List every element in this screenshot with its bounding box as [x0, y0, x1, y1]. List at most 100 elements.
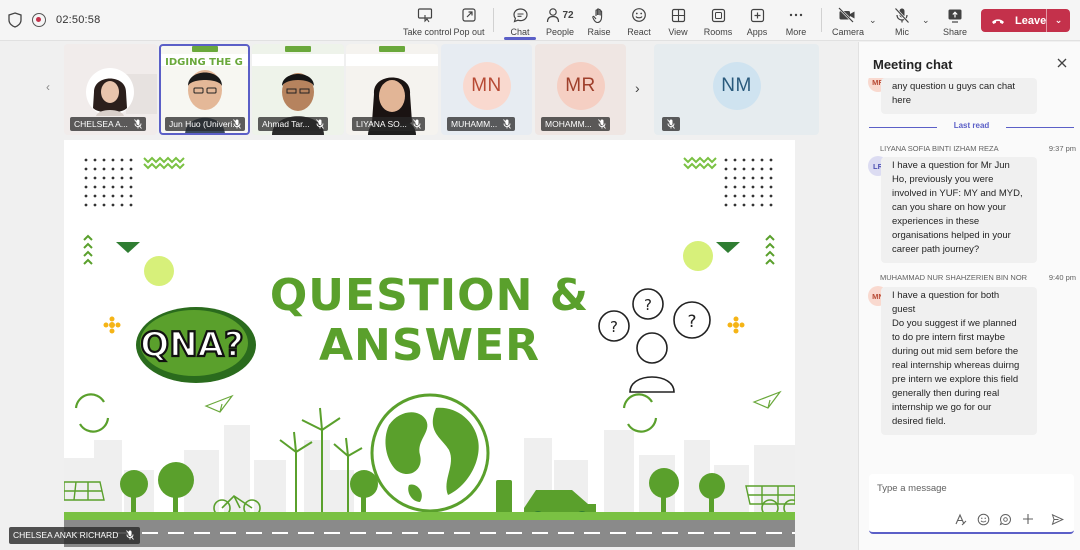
sender-name: LIYANA SOFIA BINTI IZHAM REZA	[880, 144, 999, 153]
camera-label: Camera	[832, 27, 865, 37]
people-count: 72	[562, 9, 574, 21]
message-input[interactable]	[877, 483, 1057, 494]
participant-name-tag: Ahmad Tar...	[258, 117, 328, 131]
avatar: MN	[462, 61, 511, 110]
last-read-label: Last read	[953, 121, 990, 130]
avatar: MR	[556, 61, 605, 110]
apps-button[interactable]: Apps	[745, 5, 769, 37]
smiley-icon	[632, 8, 646, 22]
chat-message-header: LIYANA SOFIA BINTI IZHAM REZA 9:37 pm	[880, 144, 1076, 153]
mic-button[interactable]: Mic	[890, 5, 914, 37]
mic-options-chevron-icon[interactable]: ⌄	[922, 15, 930, 26]
pop-out-label: Pop out	[453, 27, 485, 37]
take-control-button[interactable]: Take control	[403, 5, 452, 37]
banner-text: IDGING THE G	[165, 57, 243, 68]
camera-button[interactable]: Camera	[832, 5, 865, 37]
pop-out-button[interactable]: Pop out	[452, 5, 486, 37]
close-icon[interactable]	[1056, 57, 1068, 69]
chat-message-header: MUHAMMAD NUR SHAHZERIEN BIN NOR 9:40 pm	[880, 273, 1076, 282]
participant-tile[interactable]: CHELSEA A...	[64, 44, 157, 135]
participant-name: LIYANA SO...	[356, 119, 407, 129]
participant-tile[interactable]: NM	[654, 44, 819, 135]
message-compose-box[interactable]	[869, 474, 1074, 534]
emoji-icon[interactable]	[976, 512, 990, 526]
active-tab-indicator	[504, 37, 536, 40]
raise-hand-button[interactable]: Raise	[586, 5, 612, 37]
add-attachment-icon[interactable]	[1021, 512, 1035, 526]
share-screen-icon	[948, 9, 962, 23]
participant-name-tag: Jun Huo (Univeri...	[165, 117, 245, 131]
shared-presentation: QNA? ? ? ? QUESTION & ANSWER	[64, 140, 795, 547]
pop-out-icon	[462, 8, 476, 22]
leave-button[interactable]: Leave ⌄	[981, 9, 1070, 32]
camera-options-chevron-icon[interactable]: ⌄	[869, 15, 877, 26]
apps-label: Apps	[746, 27, 768, 37]
mic-muted-icon	[597, 119, 606, 129]
view-label: View	[668, 27, 688, 37]
leave-options-chevron-icon[interactable]: ⌄	[1046, 9, 1070, 32]
slide-title-line2: ANSWER	[318, 320, 541, 371]
mic-muted-icon	[667, 119, 675, 129]
mic-muted-icon	[413, 119, 421, 129]
participant-name-tag: MOHAMM...	[541, 117, 610, 131]
participant-name-tag: MUHAMM...	[447, 117, 516, 131]
mic-label: Mic	[895, 27, 909, 37]
mic-muted-icon	[126, 530, 135, 540]
participant-tile[interactable]: MN MUHAMM...	[441, 44, 532, 135]
chat-button[interactable]: Chat	[505, 5, 535, 37]
participant-name-tag: LIYANA SO...	[352, 117, 425, 131]
more-button[interactable]: More	[784, 5, 808, 37]
share-button[interactable]: Share	[942, 5, 968, 37]
chat-message-list[interactable]: MR any question u guys can chat here Las…	[859, 78, 1080, 506]
strip-next-chevron-icon[interactable]: ›	[635, 80, 640, 96]
people-button[interactable]: 72 People	[544, 5, 576, 37]
participant-tile[interactable]: LIYANA SO...	[346, 44, 438, 135]
meeting-timer: 02:50:58	[56, 14, 101, 26]
phone-hangup-icon	[992, 18, 1004, 24]
participant-tile-active-speaker[interactable]: IDGING THE G Jun Huo (Univeri...	[159, 44, 250, 135]
mic-off-icon	[894, 7, 910, 23]
chat-message: I have a question for both guest Do you …	[881, 287, 1037, 435]
sender-name: MUHAMMAD NUR SHAHZERIEN BIN NOR	[880, 273, 1028, 282]
chat-icon	[512, 7, 528, 22]
shield-icon	[8, 12, 22, 28]
chat-label: Chat	[510, 27, 530, 37]
participant-tile[interactable]: MR MOHAMM...	[535, 44, 626, 135]
react-label: React	[627, 27, 651, 37]
more-dots-icon	[789, 13, 803, 17]
mic-muted-icon	[315, 119, 324, 129]
meeting-chat-panel: Meeting chat MR any question u guys can …	[858, 42, 1080, 550]
breakout-rooms-icon	[711, 8, 725, 22]
raise-label: Raise	[587, 27, 611, 37]
avatar: NM	[712, 61, 761, 110]
loop-component-icon[interactable]	[998, 512, 1012, 526]
chat-panel-title: Meeting chat	[873, 57, 953, 72]
message-time: 9:37 pm	[1046, 144, 1076, 153]
participant-name: MUHAMM...	[451, 119, 498, 129]
mic-muted-icon	[233, 119, 241, 129]
camera-off-icon	[838, 7, 855, 23]
chat-message: I have a question for Mr Jun Ho, previou…	[881, 157, 1037, 263]
participant-name: CHELSEA A...	[74, 119, 128, 129]
share-label: Share	[942, 27, 968, 37]
meeting-toolbar: 02:50:58 Take control Pop out Chat 72 Pe…	[0, 0, 1080, 41]
toolbar-divider	[821, 8, 822, 32]
participant-tile[interactable]: Ahmad Tar...	[252, 44, 344, 135]
mic-muted-icon	[503, 119, 512, 129]
react-button[interactable]: React	[626, 5, 652, 37]
participant-name: Ahmad Tar...	[262, 119, 310, 129]
rooms-button[interactable]: Rooms	[703, 5, 733, 37]
view-button[interactable]: View	[665, 5, 691, 37]
format-text-icon[interactable]	[953, 512, 967, 526]
send-icon[interactable]	[1050, 512, 1064, 526]
toolbar-divider	[493, 8, 494, 32]
strip-previous-chevron-icon[interactable]: ‹	[46, 80, 50, 94]
raise-hand-icon	[592, 7, 603, 23]
self-view-name: CHELSEA ANAK RICHARD	[13, 530, 119, 540]
self-view-name-tag: CHELSEA ANAK RICHARD	[9, 527, 141, 544]
slide-title-line1: QUESTION &	[269, 270, 590, 321]
rooms-label: Rooms	[703, 27, 733, 37]
last-read-divider: Last read	[869, 121, 1074, 133]
participant-name: MOHAMM...	[545, 119, 592, 129]
people-label: People	[545, 27, 575, 37]
